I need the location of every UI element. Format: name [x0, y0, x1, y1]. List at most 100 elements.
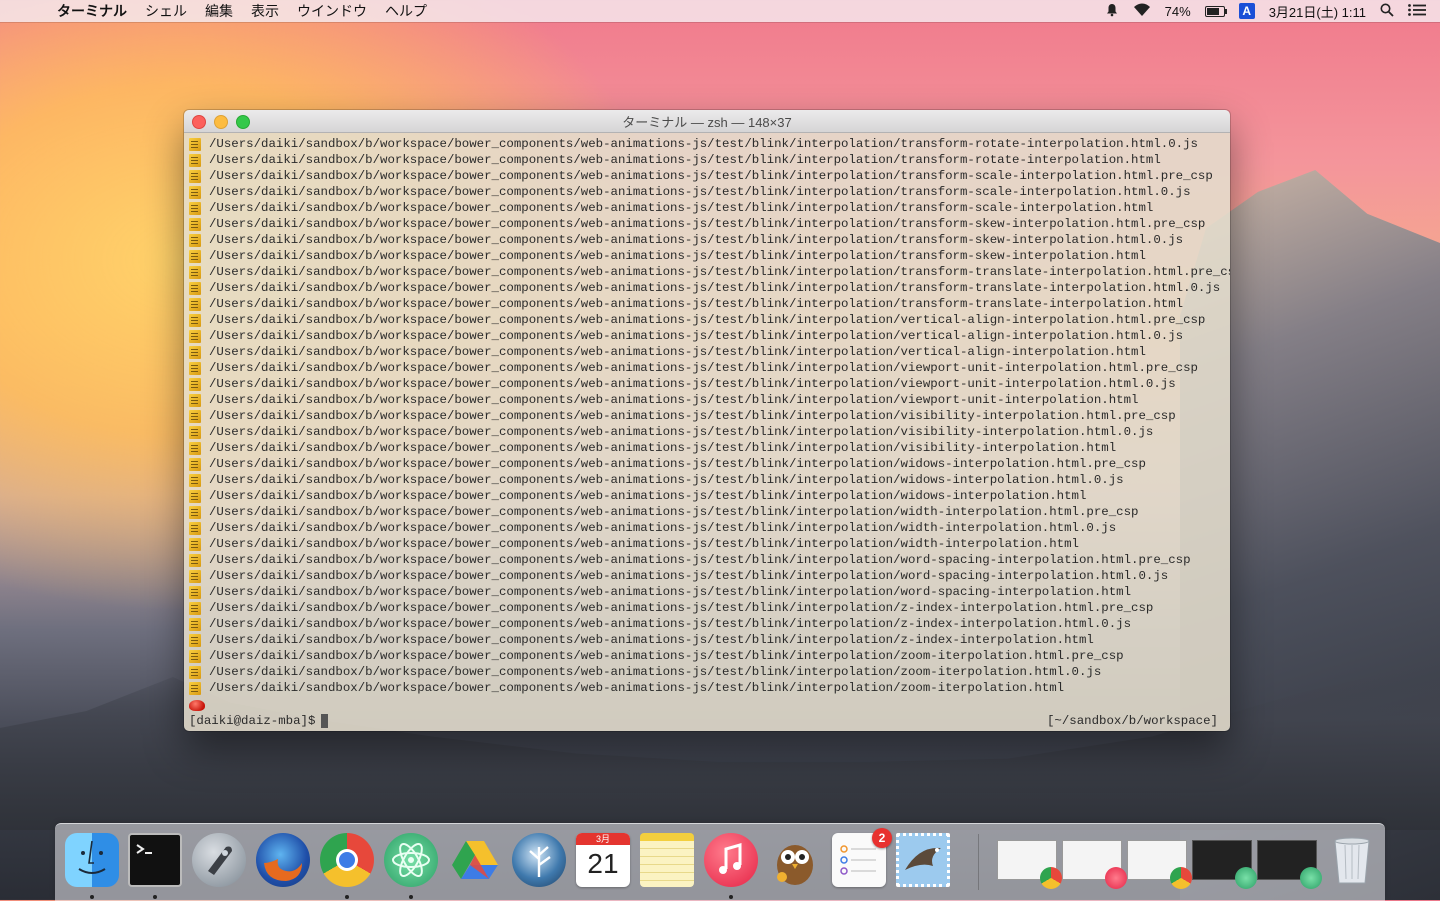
- itunes-icon: [1105, 867, 1127, 889]
- dock-finder[interactable]: [65, 833, 119, 887]
- terminal-line: /Users/daiki/sandbox/b/workspace/bower_c…: [189, 456, 1230, 472]
- menu-view[interactable]: 表示: [242, 1, 288, 21]
- battery-icon[interactable]: [1204, 5, 1227, 17]
- dock-minimized-window[interactable]: [997, 840, 1062, 889]
- terminal-window[interactable]: ターミナル — zsh — 148×37 /Users/daiki/sandbo…: [184, 110, 1230, 731]
- terminal-line: /Users/daiki/sandbox/b/workspace/bower_c…: [189, 360, 1230, 376]
- dock-sourcetree[interactable]: [512, 833, 566, 887]
- notification-center-icon[interactable]: [1408, 3, 1426, 19]
- file-icon: [189, 265, 201, 279]
- terminal-content[interactable]: /Users/daiki/sandbox/b/workspace/bower_c…: [184, 133, 1230, 731]
- dock-launchpad[interactable]: [192, 833, 246, 887]
- window-controls: [192, 115, 250, 129]
- terminal-line: /Users/daiki/sandbox/b/workspace/bower_c…: [189, 664, 1230, 680]
- file-icon: [189, 601, 201, 615]
- minimize-button[interactable]: [214, 115, 228, 129]
- terminal-line-text: /Users/daiki/sandbox/b/workspace/bower_c…: [209, 249, 1146, 263]
- close-button[interactable]: [192, 115, 206, 129]
- dock-firefox[interactable]: [256, 833, 310, 887]
- menu-window[interactable]: ウインドウ: [288, 1, 376, 21]
- terminal-line-text: /Users/daiki/sandbox/b/workspace/bower_c…: [209, 153, 1161, 167]
- terminal-line: /Users/daiki/sandbox/b/workspace/bower_c…: [189, 136, 1230, 152]
- terminal-line-text: /Users/daiki/sandbox/b/workspace/bower_c…: [209, 169, 1213, 183]
- terminal-line-text: /Users/daiki/sandbox/b/workspace/bower_c…: [209, 425, 1154, 439]
- rocket-icon: [208, 846, 232, 875]
- menu-edit[interactable]: 編集: [196, 1, 242, 21]
- terminal-line: /Users/daiki/sandbox/b/workspace/bower_c…: [189, 296, 1230, 312]
- dock-minimized-window[interactable]: [1257, 840, 1322, 889]
- dock-minimized-window[interactable]: [1192, 840, 1257, 889]
- file-icon: [189, 233, 201, 247]
- file-icon: [189, 345, 201, 359]
- dock-atom[interactable]: [384, 833, 438, 887]
- terminal-line-text: /Users/daiki/sandbox/b/workspace/bower_c…: [209, 313, 1206, 327]
- terminal-line: /Users/daiki/sandbox/b/workspace/bower_c…: [189, 520, 1230, 536]
- menu-shell[interactable]: シェル: [136, 1, 196, 21]
- terminal-line-text: /Users/daiki/sandbox/b/workspace/bower_c…: [209, 649, 1124, 663]
- file-icon: [189, 537, 201, 551]
- window-titlebar[interactable]: ターミナル — zsh — 148×37: [184, 110, 1230, 133]
- terminal-line: /Users/daiki/sandbox/b/workspace/bower_c…: [189, 328, 1230, 344]
- file-icon: [189, 297, 201, 311]
- file-icon: [189, 457, 201, 471]
- terminal-line-text: /Users/daiki/sandbox/b/workspace/bower_c…: [209, 553, 1191, 567]
- notification-bell-icon[interactable]: [1105, 3, 1119, 20]
- owl-icon: [777, 845, 813, 885]
- clock[interactable]: 3月21日(土) 1:11: [1269, 2, 1366, 21]
- dock-minimized-window[interactable]: [1127, 840, 1192, 889]
- terminal-line-text: /Users/daiki/sandbox/b/workspace/bower_c…: [209, 665, 1102, 679]
- dock-itunes[interactable]: [704, 833, 758, 887]
- terminal-line: /Users/daiki/sandbox/b/workspace/bower_c…: [189, 536, 1230, 552]
- spotlight-search-icon[interactable]: [1380, 3, 1394, 20]
- text-cursor: [321, 714, 329, 728]
- dock-trash[interactable]: [1325, 833, 1379, 887]
- terminal-line: /Users/daiki/sandbox/b/workspace/bower_c…: [189, 152, 1230, 168]
- dock-night-owl[interactable]: [768, 833, 822, 887]
- terminal-line-text: /Users/daiki/sandbox/b/workspace/bower_c…: [209, 681, 1065, 695]
- running-indicator: [729, 895, 733, 899]
- terminal-line: /Users/daiki/sandbox/b/workspace/bower_c…: [189, 184, 1230, 200]
- wifi-icon[interactable]: [1133, 3, 1151, 20]
- file-icon: [189, 201, 201, 215]
- reminders-badge: 2: [872, 828, 892, 848]
- terminal-line: /Users/daiki/sandbox/b/workspace/bower_c…: [189, 216, 1230, 232]
- terminal-line: /Users/daiki/sandbox/b/workspace/bower_c…: [189, 648, 1230, 664]
- dock-calendar[interactable]: 3月 21: [576, 833, 630, 887]
- input-method-icon[interactable]: A: [1238, 3, 1255, 19]
- terminal-line-text: /Users/daiki/sandbox/b/workspace/bower_c…: [209, 329, 1184, 343]
- battery-percent[interactable]: 74%: [1165, 4, 1191, 19]
- file-icon: [189, 409, 201, 423]
- terminal-line-text: /Users/daiki/sandbox/b/workspace/bower_c…: [209, 617, 1132, 631]
- terminal-line: /Users/daiki/sandbox/b/workspace/bower_c…: [189, 344, 1230, 360]
- terminal-line: /Users/daiki/sandbox/b/workspace/bower_c…: [189, 392, 1230, 408]
- chrome-icon: [1170, 867, 1192, 889]
- dock-minimized-window[interactable]: [1062, 840, 1127, 889]
- terminal-line: /Users/daiki/sandbox/b/workspace/bower_c…: [189, 552, 1230, 568]
- file-icon: [189, 329, 201, 343]
- file-icon: [189, 505, 201, 519]
- dock-terminal[interactable]: [128, 833, 182, 887]
- running-indicator: [345, 895, 349, 899]
- menu-help[interactable]: ヘルプ: [376, 1, 436, 21]
- status-area: 74% A 3月21日(土) 1:11: [1105, 2, 1440, 21]
- prompt-row[interactable]: [daiki@daiz-mba]$ [~/sandbox/b/workspace…: [189, 713, 1230, 729]
- finder-icon: [78, 840, 106, 874]
- terminal-line-text: /Users/daiki/sandbox/b/workspace/bower_c…: [209, 409, 1176, 423]
- dock-google-drive[interactable]: [448, 833, 502, 887]
- file-icon: [189, 665, 201, 679]
- terminal-line: /Users/daiki/sandbox/b/workspace/bower_c…: [189, 232, 1230, 248]
- zoom-button[interactable]: [236, 115, 250, 129]
- file-icon: [189, 185, 201, 199]
- dock-chrome[interactable]: [320, 833, 374, 887]
- dock-notes[interactable]: [640, 833, 694, 887]
- terminal-line-text: /Users/daiki/sandbox/b/workspace/bower_c…: [209, 137, 1198, 151]
- terminal-line-text: /Users/daiki/sandbox/b/workspace/bower_c…: [209, 345, 1146, 359]
- dock-mail[interactable]: [896, 833, 950, 887]
- terminal-line: /Users/daiki/sandbox/b/workspace/bower_c…: [189, 504, 1230, 520]
- terminal-line: /Users/daiki/sandbox/b/workspace/bower_c…: [189, 632, 1230, 648]
- dock: 3月 21 2: [55, 823, 1385, 901]
- dock-reminders[interactable]: 2: [832, 828, 892, 887]
- calendar-day: 21: [587, 848, 619, 879]
- menu-app-name[interactable]: ターミナル: [48, 1, 136, 21]
- terminal-line: /Users/daiki/sandbox/b/workspace/bower_c…: [189, 408, 1230, 424]
